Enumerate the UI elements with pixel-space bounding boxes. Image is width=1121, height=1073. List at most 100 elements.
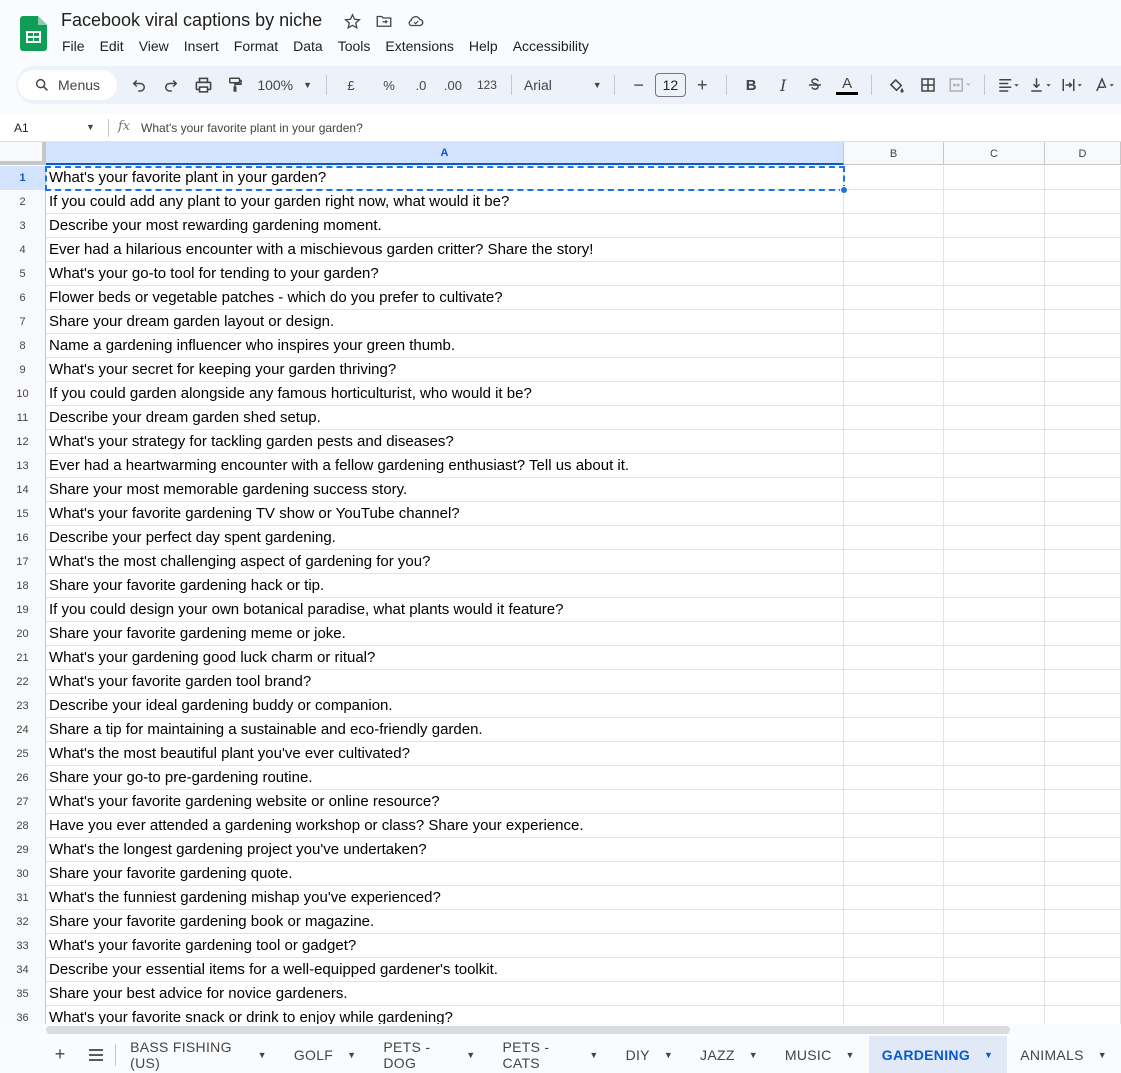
cell-b[interactable] (844, 238, 944, 262)
cell-c[interactable] (944, 670, 1045, 694)
cloud-status-icon[interactable] (407, 12, 425, 30)
menus-search[interactable]: Menus (18, 70, 118, 100)
cell-b[interactable] (844, 574, 944, 598)
row-header[interactable]: 3 (0, 214, 46, 238)
sheet-tab[interactable]: JAZZ ▼ (687, 1036, 772, 1073)
row-header[interactable]: 1 (0, 166, 46, 190)
cell-c[interactable] (944, 1006, 1045, 1024)
cell-d[interactable] (1045, 766, 1121, 790)
cell-c[interactable] (944, 934, 1045, 958)
cell-b[interactable] (844, 526, 944, 550)
cell-a[interactable]: Flower beds or vegetable patches - which… (46, 286, 844, 310)
cell-a[interactable]: Describe your most rewarding gardening m… (46, 214, 844, 238)
cell-a[interactable]: Share your dream garden layout or design… (46, 310, 844, 334)
cell-c[interactable] (944, 598, 1045, 622)
row-header[interactable]: 27 (0, 790, 46, 814)
row-header[interactable]: 15 (0, 502, 46, 526)
cell-b[interactable] (844, 886, 944, 910)
bold-button[interactable]: B (737, 71, 765, 99)
cell-b[interactable] (844, 1006, 944, 1024)
menu-accessibility[interactable]: Accessibility (513, 38, 589, 54)
cell-a[interactable]: What's your gardening good luck charm or… (46, 646, 844, 670)
cell-d[interactable] (1045, 838, 1121, 862)
cell-d[interactable] (1045, 550, 1121, 574)
redo-icon[interactable] (157, 71, 185, 99)
cell-b[interactable] (844, 214, 944, 238)
cell-c[interactable] (944, 622, 1045, 646)
zoom-select[interactable]: 100% ▼ (257, 77, 312, 93)
chevron-down-icon[interactable]: ▼ (589, 1050, 598, 1060)
cell-d[interactable] (1045, 214, 1121, 238)
percent-format-button[interactable]: % (375, 71, 403, 99)
cell-a[interactable]: What's the most beautiful plant you've e… (46, 742, 844, 766)
row-header[interactable]: 10 (0, 382, 46, 406)
cell-c[interactable] (944, 862, 1045, 886)
cell-c[interactable] (944, 382, 1045, 406)
menu-format[interactable]: Format (234, 38, 278, 54)
cell-b[interactable] (844, 742, 944, 766)
cell-a[interactable]: What's your favorite snack or drink to e… (46, 1006, 844, 1024)
cell-c[interactable] (944, 262, 1045, 286)
cell-c[interactable] (944, 958, 1045, 982)
cell-a[interactable]: What's the longest gardening project you… (46, 838, 844, 862)
cell-a[interactable]: If you could design your own botanical p… (46, 598, 844, 622)
cell-d[interactable] (1045, 166, 1121, 190)
cell-b[interactable] (844, 550, 944, 574)
cell-a[interactable]: If you could garden alongside any famous… (46, 382, 844, 406)
cell-d[interactable] (1045, 646, 1121, 670)
sheets-logo-icon[interactable] (20, 16, 47, 51)
cell-c[interactable] (944, 214, 1045, 238)
cell-d[interactable] (1045, 286, 1121, 310)
row-header[interactable]: 31 (0, 886, 46, 910)
cell-d[interactable] (1045, 190, 1121, 214)
fill-color-icon[interactable] (882, 71, 910, 99)
cell-a[interactable]: What's your secret for keeping your gard… (46, 358, 844, 382)
row-header[interactable]: 6 (0, 286, 46, 310)
move-folder-icon[interactable] (375, 12, 393, 30)
row-header[interactable]: 26 (0, 766, 46, 790)
cell-b[interactable] (844, 718, 944, 742)
cell-c[interactable] (944, 646, 1045, 670)
row-header[interactable]: 33 (0, 934, 46, 958)
chevron-down-icon[interactable]: ▼ (846, 1050, 855, 1060)
cell-a[interactable]: Share your go-to pre-gardening routine. (46, 766, 844, 790)
cell-d[interactable] (1045, 814, 1121, 838)
chevron-down-icon[interactable]: ▼ (86, 122, 95, 132)
cell-a[interactable]: Share your most memorable gardening succ… (46, 478, 844, 502)
cell-d[interactable] (1045, 958, 1121, 982)
row-header[interactable]: 29 (0, 838, 46, 862)
row-header[interactable]: 18 (0, 574, 46, 598)
cell-c[interactable] (944, 478, 1045, 502)
cell-b[interactable] (844, 982, 944, 1006)
horizontal-scrollbar[interactable] (46, 1024, 1121, 1036)
row-header[interactable]: 16 (0, 526, 46, 550)
cell-c[interactable] (944, 358, 1045, 382)
cell-d[interactable] (1045, 454, 1121, 478)
cell-d[interactable] (1045, 526, 1121, 550)
cell-a[interactable]: Describe your ideal gardening buddy or c… (46, 694, 844, 718)
cell-d[interactable] (1045, 862, 1121, 886)
row-header[interactable]: 35 (0, 982, 46, 1006)
cell-b[interactable] (844, 478, 944, 502)
menu-file[interactable]: File (62, 38, 85, 54)
cell-c[interactable] (944, 550, 1045, 574)
cell-d[interactable] (1045, 670, 1121, 694)
currency-format-button[interactable]: £ (337, 71, 365, 99)
chevron-down-icon[interactable]: ▼ (1098, 1050, 1107, 1060)
row-header[interactable]: 34 (0, 958, 46, 982)
cell-a[interactable]: What's your favorite gardening website o… (46, 790, 844, 814)
font-select[interactable]: Arial ▼ (524, 77, 602, 93)
row-header[interactable]: 14 (0, 478, 46, 502)
cell-b[interactable] (844, 190, 944, 214)
row-header[interactable]: 24 (0, 718, 46, 742)
cell-a[interactable]: If you could add any plant to your garde… (46, 190, 844, 214)
fill-handle[interactable] (840, 186, 848, 194)
cell-a[interactable]: Describe your perfect day spent gardenin… (46, 526, 844, 550)
document-title[interactable]: Facebook viral captions by niche (61, 10, 322, 31)
row-header[interactable]: 11 (0, 406, 46, 430)
formula-input[interactable]: What's your favorite plant in your garde… (141, 121, 363, 135)
cell-c[interactable] (944, 694, 1045, 718)
menu-data[interactable]: Data (293, 38, 323, 54)
row-header[interactable]: 2 (0, 190, 46, 214)
row-header[interactable]: 32 (0, 910, 46, 934)
